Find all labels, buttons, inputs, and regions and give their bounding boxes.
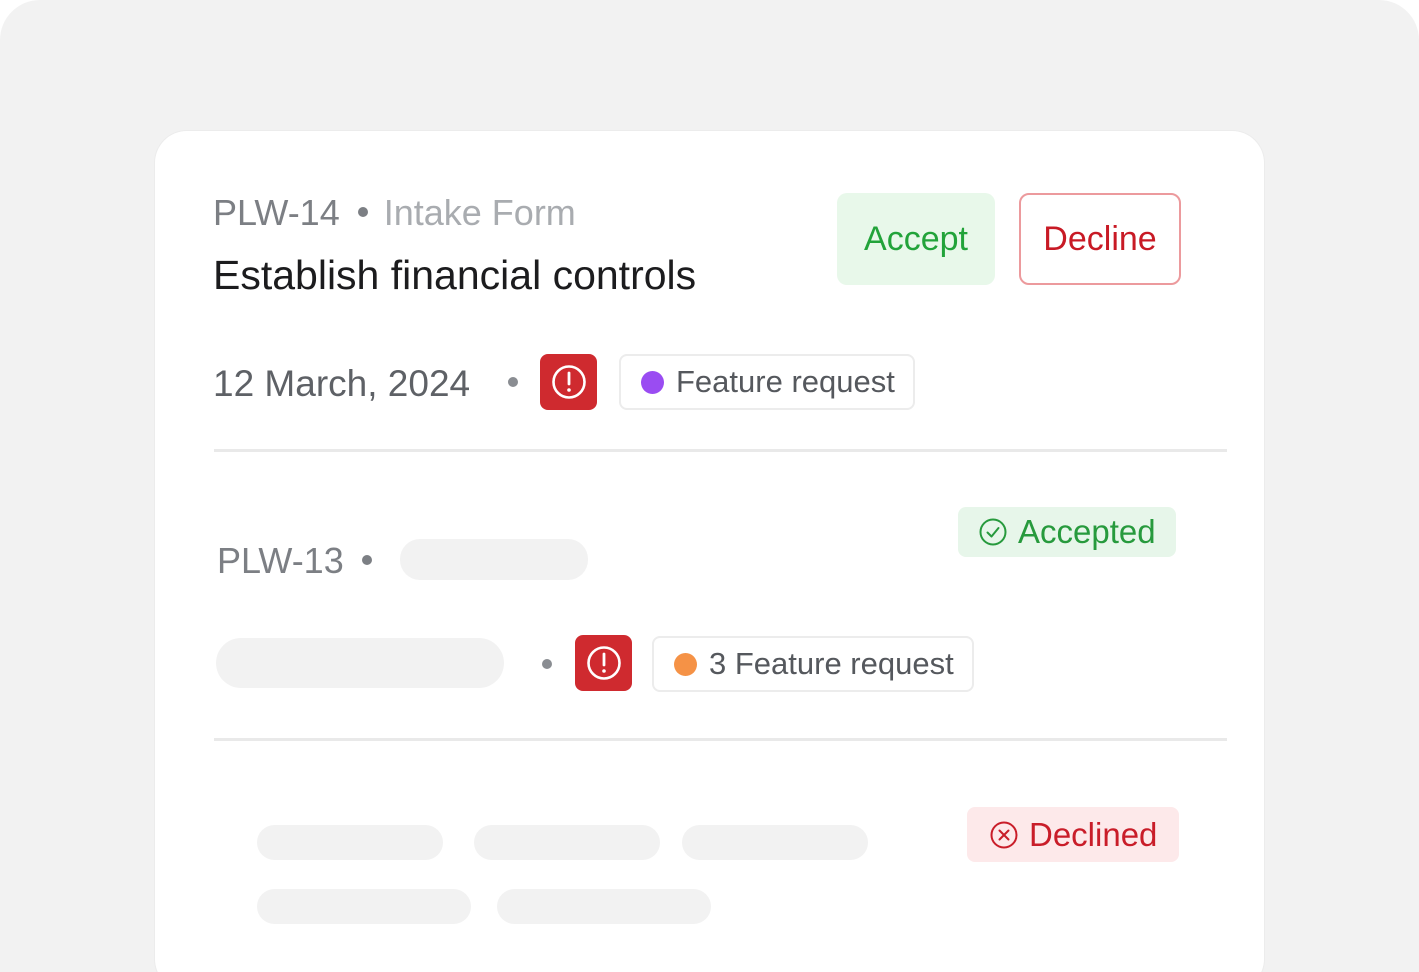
item-id: PLW-13: [217, 540, 344, 581]
priority-alert-icon[interactable]: [540, 354, 597, 410]
row-separator: [508, 377, 518, 387]
item-title[interactable]: Establish financial controls: [213, 255, 696, 296]
row-separator: [542, 659, 552, 669]
tag-label: 3 Feature request: [709, 646, 954, 681]
meta-separator: [357, 207, 368, 218]
priority-alert-icon[interactable]: [575, 635, 632, 691]
accept-button[interactable]: Accept: [837, 193, 995, 285]
intake-card: PLW-14 Intake Form Establish financial co…: [155, 131, 1264, 972]
tag-label: Feature request: [676, 364, 895, 399]
item-id: PLW-14: [213, 192, 340, 233]
meta-separator: [361, 555, 372, 566]
placeholder-line: [257, 889, 471, 924]
feature-request-tag[interactable]: 3 Feature request: [652, 636, 974, 692]
item-date: 12 March, 2024: [213, 363, 471, 404]
background-frame: PLW-14 Intake Form Establish financial co…: [0, 0, 1419, 972]
item-source: Intake Form: [383, 192, 576, 233]
placeholder-line: [497, 889, 711, 924]
decline-button[interactable]: Decline: [1019, 193, 1181, 285]
item-divider: [214, 449, 1227, 452]
placeholder-date: [216, 638, 504, 688]
alert-icon: [551, 365, 586, 399]
tag-color-dot: [641, 370, 664, 394]
feature-request-tag[interactable]: Feature request: [619, 354, 915, 410]
item-meta: PLW-14 Intake Form: [213, 195, 576, 231]
placeholder-line: [474, 825, 660, 860]
status-label: Declined: [1029, 815, 1158, 853]
alert-icon: [586, 646, 621, 680]
tag-color-dot: [674, 652, 697, 676]
item-meta: PLW-13: [217, 543, 388, 579]
placeholder-source: [400, 539, 588, 580]
item-divider: [214, 738, 1227, 741]
x-circle-icon: [989, 820, 1019, 850]
status-label: Accepted: [1018, 513, 1156, 550]
check-circle-icon: [978, 517, 1008, 547]
status-badge-declined: Declined: [967, 807, 1180, 862]
placeholder-line: [682, 825, 868, 860]
placeholder-line: [257, 825, 443, 860]
status-badge-accepted: Accepted: [958, 507, 1176, 557]
